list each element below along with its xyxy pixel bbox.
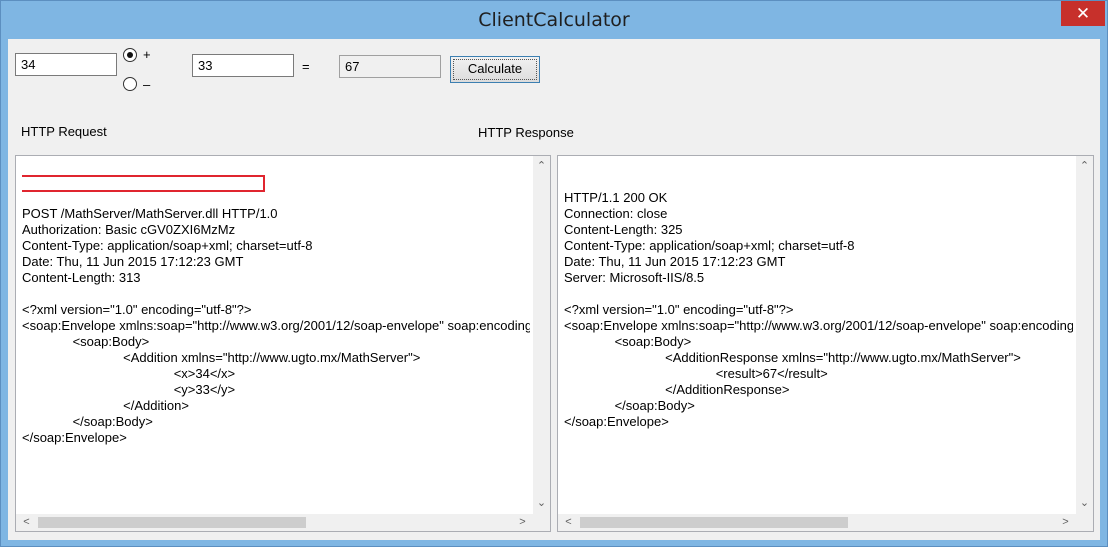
response-heading: HTTP Response: [478, 125, 574, 140]
app-window: ClientCalculator ✕ 34 + – 33 = 67 Calcul…: [0, 0, 1108, 547]
request-line: <soap:Envelope xmlns:soap="http://www.w3…: [22, 318, 530, 333]
request-line: Authorization: Basic cGV0ZXI6MzMz: [22, 222, 236, 237]
request-line: <?xml version="1.0" encoding="utf-8"?>: [22, 302, 252, 317]
response-line: HTTP/1.1 200 OK: [564, 190, 668, 205]
request-lines: POST /MathServer/MathServer.dll HTTP/1.0…: [22, 206, 530, 446]
scroll-up-icon[interactable]: ⌃: [533, 158, 550, 175]
scroll-corner: [533, 514, 550, 531]
close-icon: ✕: [1075, 4, 1091, 23]
scroll-corner: [1076, 514, 1093, 531]
response-line: <soap:Body>: [564, 334, 692, 349]
scroll-right-icon[interactable]: >: [1057, 514, 1074, 531]
radio-minus-label[interactable]: –: [143, 77, 150, 92]
response-line: Content-Type: application/soap+xml; char…: [564, 238, 855, 253]
scroll-right-icon[interactable]: >: [514, 514, 531, 531]
response-line: </soap:Body>: [564, 398, 695, 413]
request-line: Content-Length: 313: [22, 270, 141, 285]
response-textbox[interactable]: HTTP/1.1 200 OK Connection: close Content-…: [557, 155, 1094, 532]
request-content: POST /MathServer/MathServer.dll HTTP/1.0…: [22, 158, 530, 511]
request-line: <soap:Body>: [22, 334, 150, 349]
radio-plus-label[interactable]: +: [143, 47, 151, 62]
request-line: POST /MathServer/MathServer.dll HTTP/1.0: [22, 206, 278, 221]
scroll-left-icon[interactable]: <: [560, 514, 577, 531]
request-textbox[interactable]: POST /MathServer/MathServer.dll HTTP/1.0…: [15, 155, 551, 532]
scroll-left-icon[interactable]: <: [18, 514, 35, 531]
auth-header-highlight: [22, 175, 265, 192]
request-line: Content-Type: application/soap+xml; char…: [22, 238, 313, 253]
response-line: Connection: close: [564, 206, 668, 221]
request-line: <x>34</x>: [22, 366, 236, 381]
request-line: </soap:Envelope>: [22, 430, 127, 445]
client-area: 34 + – 33 = 67 Calculate HTTP Request HT…: [8, 39, 1100, 540]
request-line: </Addition>: [22, 398, 189, 413]
response-vertical-scrollbar[interactable]: ⌃ ⌄: [1076, 156, 1093, 514]
close-button[interactable]: ✕: [1061, 1, 1105, 26]
request-line: [22, 286, 530, 302]
scroll-down-icon[interactable]: ⌄: [1076, 495, 1093, 512]
response-line: </AdditionResponse>: [564, 382, 790, 397]
request-line: </soap:Body>: [22, 414, 153, 429]
response-line: </soap:Envelope>: [564, 414, 669, 429]
response-line: Server: Microsoft-IIS/8.5: [564, 270, 705, 285]
response-lines: HTTP/1.1 200 OK Connection: close Content-…: [564, 190, 1073, 430]
response-line: <AdditionResponse xmlns="http://www.ugto…: [564, 350, 1021, 365]
radio-selected-dot: [127, 52, 133, 58]
request-line: Date: Thu, 11 Jun 2015 17:12:23 GMT: [22, 254, 244, 269]
result-output: 67: [339, 55, 441, 78]
radio-minus[interactable]: [123, 77, 137, 91]
response-line: [564, 286, 1073, 302]
calculate-button[interactable]: Calculate: [450, 56, 540, 83]
scroll-down-icon[interactable]: ⌄: [533, 495, 550, 512]
radio-plus[interactable]: [123, 48, 137, 62]
request-heading: HTTP Request: [21, 124, 107, 139]
equals-label: =: [302, 59, 310, 74]
request-horizontal-scrollbar[interactable]: < >: [16, 514, 550, 531]
response-scroll-thumb[interactable]: [580, 517, 848, 528]
response-line: Date: Thu, 11 Jun 2015 17:12:23 GMT: [564, 254, 786, 269]
request-vertical-scrollbar[interactable]: ⌃ ⌄: [533, 156, 550, 514]
response-line: Content-Length: 325: [564, 222, 683, 237]
scroll-up-icon[interactable]: ⌃: [1076, 158, 1093, 175]
response-content: HTTP/1.1 200 OK Connection: close Content-…: [564, 158, 1073, 511]
operand-b-input[interactable]: 33: [192, 54, 294, 77]
response-line: <?xml version="1.0" encoding="utf-8"?>: [564, 302, 794, 317]
response-horizontal-scrollbar[interactable]: < >: [558, 514, 1093, 531]
title-bar[interactable]: ClientCalculator ✕: [1, 1, 1107, 39]
response-line: <soap:Envelope xmlns:soap="http://www.w3…: [564, 318, 1073, 333]
request-scroll-thumb[interactable]: [38, 517, 306, 528]
window-title: ClientCalculator: [478, 9, 630, 31]
request-line: <Addition xmlns="http://www.ugto.mx/Math…: [22, 350, 421, 365]
operand-a-input[interactable]: 34: [15, 53, 117, 76]
response-line: <result>67</result>: [564, 366, 828, 381]
request-line: <y>33</y>: [22, 382, 236, 397]
